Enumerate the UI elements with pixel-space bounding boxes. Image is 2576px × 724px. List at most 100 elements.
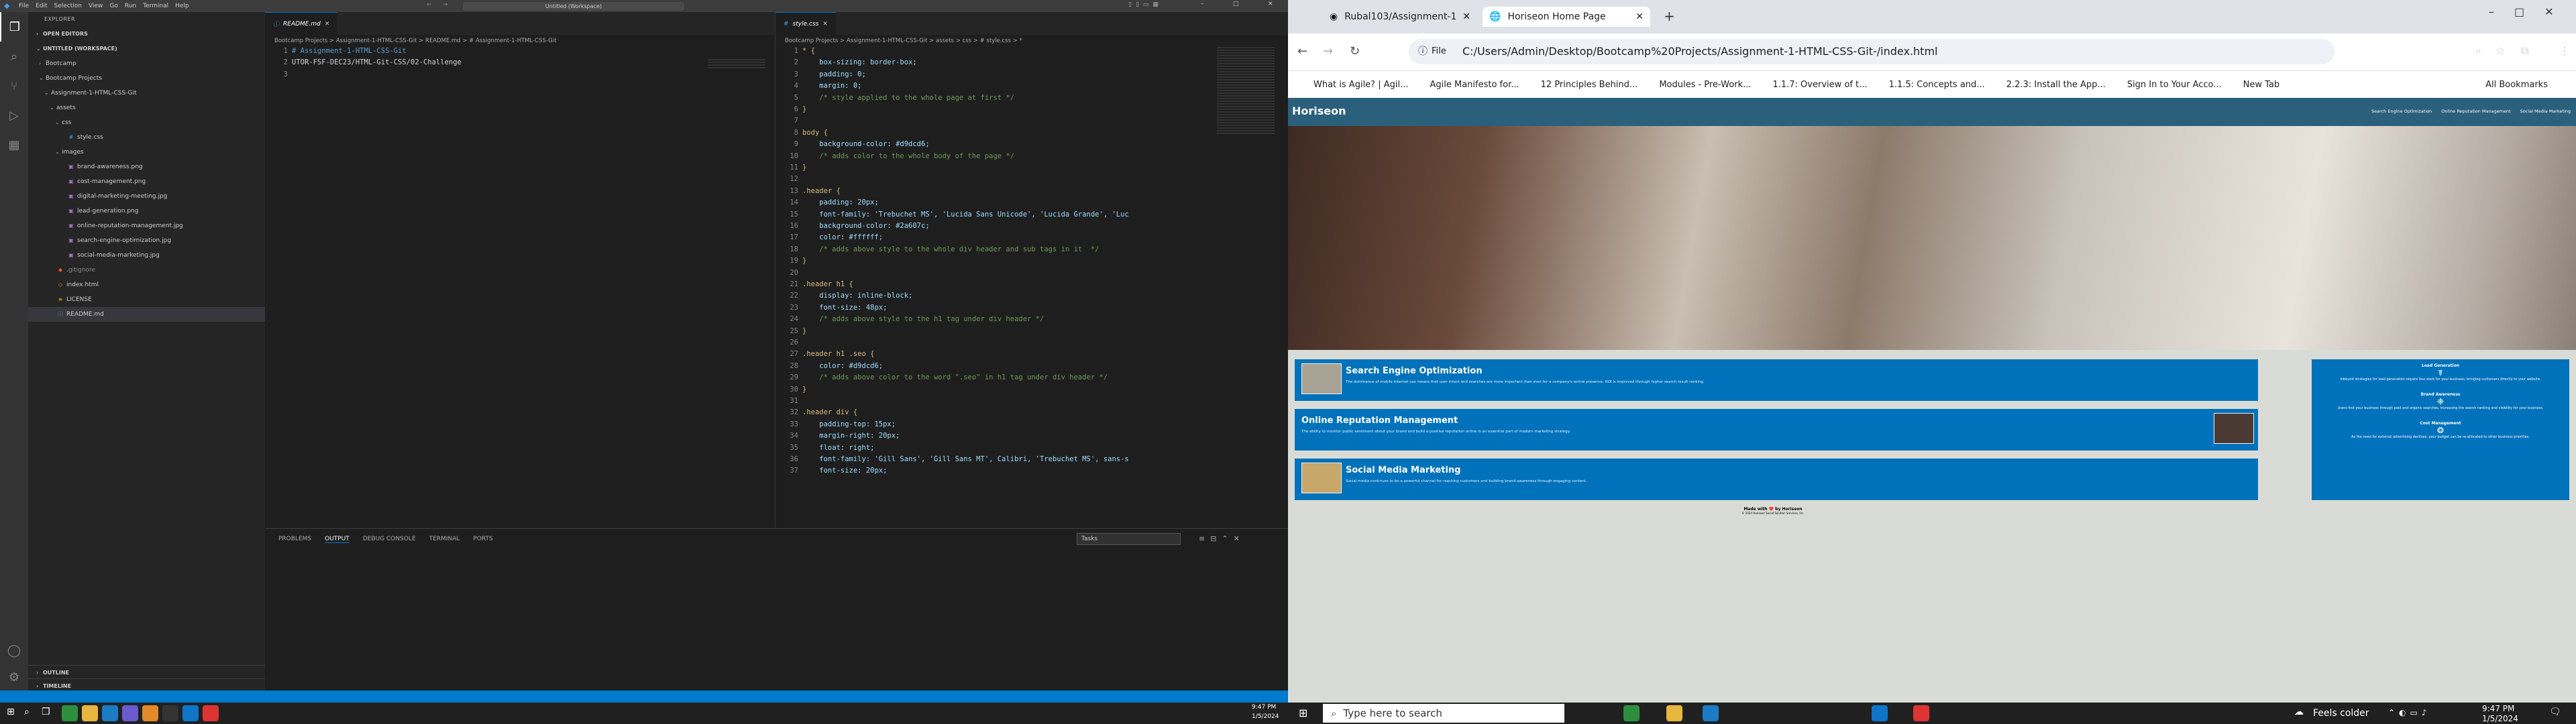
tray-icons[interactable]: ⌃◐▭♪ [2388, 708, 2431, 717]
menu-help[interactable]: Help [174, 3, 191, 9]
tree-item[interactable]: ▣ brand-awareness.png [28, 160, 265, 174]
close-icon[interactable]: ✕ [1635, 11, 1644, 22]
chrome-taskbar-icon[interactable] [62, 705, 78, 721]
window-controls[interactable]: –□✕ [2489, 5, 2574, 18]
bookmark-item[interactable]: Sign In to Your Acco... [2127, 80, 2222, 90]
settings-gear-icon[interactable]: ⚙ [0, 662, 28, 692]
bookmark-item[interactable]: What is Agile? | Agil... [1313, 80, 1408, 90]
nav-orm-link[interactable]: Online Reputation Management [2441, 109, 2510, 114]
menu-file[interactable]: File [17, 3, 30, 9]
search-icon[interactable]: ⌕ [24, 707, 30, 717]
minimap[interactable] [708, 59, 765, 68]
tab-debug-console[interactable]: DEBUG CONSOLE [363, 536, 416, 542]
tree-item[interactable]: ⓘ README.md [28, 307, 265, 322]
breadcrumb[interactable]: Bootcamp Projects > Assignment-1-HTML-CS… [775, 35, 1288, 47]
explorer-taskbar-icon[interactable] [82, 705, 98, 721]
bookmark-item[interactable]: 2.2.3: Install the App... [2006, 80, 2106, 90]
tree-item[interactable]: ▣ social-media-marketing.jpg [28, 248, 265, 263]
bookmark-item[interactable]: Modules - Pre-Work... [1659, 80, 1751, 90]
all-bookmarks-button[interactable]: All Bookmarks [2485, 80, 2548, 90]
account-icon[interactable]: ◯ [0, 636, 28, 665]
close-button[interactable]: ✕ [1268, 1, 1273, 7]
start-icon[interactable]: ⊞ [7, 707, 15, 717]
nav-forward-icon[interactable]: → [443, 1, 448, 8]
workspace-section[interactable]: ⌄ UNTITLED (WORKSPACE) [28, 42, 265, 56]
forward-icon[interactable]: → [1323, 44, 1333, 58]
nav-back-icon[interactable]: ← [427, 1, 432, 8]
menu-selection[interactable]: Selection [53, 3, 83, 9]
back-icon[interactable]: ← [1297, 44, 1307, 58]
app-taskbar-icon[interactable] [142, 705, 158, 721]
tree-item[interactable]: ▣ digital-marketing-meeting.jpg [28, 189, 265, 204]
bookmark-item[interactable]: Agile Manifesto for... [1430, 80, 1519, 90]
menu-go[interactable]: Go [108, 3, 119, 9]
command-center[interactable]: Untitled (Workspace) [463, 2, 684, 11]
chrome-taskbar-icon[interactable] [203, 705, 219, 721]
weather-icon[interactable]: ☁ [2294, 707, 2304, 717]
menu-view[interactable]: View [87, 3, 104, 9]
close-icon[interactable]: ✕ [325, 21, 330, 27]
tree-item[interactable]: ⌄ Bootcamp Projects [28, 71, 265, 86]
bookmark-item[interactable]: 12 Principles Behind... [1541, 80, 1638, 90]
tree-item[interactable]: ⌄ css [28, 115, 265, 130]
tab-github[interactable]: ◉Rubal103/Assignment-1-HTML✕ [1323, 7, 1477, 27]
source-control-icon[interactable]: ⑂ [0, 71, 28, 101]
mail-taskbar-icon[interactable] [1703, 705, 1719, 721]
vscode-taskbar-icon[interactable] [1872, 705, 1888, 721]
open-editors-section[interactable]: › OPEN EDITORS [28, 27, 265, 42]
tree-item[interactable]: # style.css [28, 130, 265, 145]
notification-icon[interactable]: 🗨 [2549, 707, 2561, 717]
bookmark-star-icon[interactable]: ☆ [2496, 44, 2505, 57]
tree-item[interactable]: ▣ lead-generation.png [28, 204, 265, 219]
task-view-icon[interactable]: ❐ [42, 707, 50, 717]
close-icon[interactable]: ✕ [822, 21, 828, 27]
tab-problems[interactable]: PROBLEMS [278, 536, 311, 542]
explorer-icon[interactable]: ❐ [0, 12, 28, 42]
tree-item[interactable]: ▣ search-engine-optimization.jpg [28, 233, 265, 248]
mail-taskbar-icon[interactable] [102, 705, 118, 721]
tree-item[interactable]: ◇ index.html [28, 278, 265, 292]
taskbar-search-box[interactable]: ⌕ Type here to search [1323, 704, 1564, 723]
menu-edit[interactable]: Edit [34, 3, 48, 9]
reload-icon[interactable]: ↻ [1350, 44, 1360, 58]
maximize-button[interactable]: □ [1233, 1, 1239, 7]
app-taskbar-icon[interactable] [122, 705, 138, 721]
tree-item[interactable]: ▣ cost-management.png [28, 174, 265, 189]
bookmark-item[interactable]: New Tab [2243, 80, 2280, 90]
tree-item[interactable]: ⌄ images [28, 145, 265, 160]
menu-dots-icon[interactable]: ⋮ [2559, 44, 2570, 57]
bookmark-item[interactable]: 1.1.7: Overview of t... [1772, 80, 1867, 90]
tab-style-css[interactable]: # style.css ✕ [775, 12, 836, 35]
new-tab-button[interactable]: + [1664, 8, 1675, 24]
run-debug-icon[interactable]: ▷ [0, 101, 28, 130]
tree-item[interactable]: ⌄ assets [28, 101, 265, 115]
menu-terminal[interactable]: Terminal [142, 3, 170, 9]
terminal-taskbar-icon[interactable] [162, 705, 178, 721]
tab-horiseon[interactable]: 🌐 Horiseon Home Page ✕ [1483, 7, 1650, 27]
breadcrumb[interactable]: Bootcamp Projects > Assignment-1-HTML-CS… [265, 35, 775, 47]
chrome-taskbar-icon[interactable] [1913, 705, 1929, 721]
weather-text[interactable]: Feels colder [2313, 708, 2369, 719]
address-bar[interactable]: ⓘ File C:/Users/Admin/Desktop/Bootcamp%2… [1409, 39, 2334, 64]
tree-item[interactable]: ▣ online-reputation-management.jpg [28, 219, 265, 233]
menu-run[interactable]: Run [123, 3, 138, 9]
tab-readme[interactable]: ⓘ README.md ✕ [265, 12, 338, 35]
panel-actions-icons[interactable]: ≡⊟⌃✕ [1199, 534, 1245, 543]
tab-terminal[interactable]: TERMINAL [429, 536, 460, 542]
tree-item[interactable]: ≡ LICENSE [28, 292, 265, 307]
minimize-button[interactable]: – [1201, 1, 1204, 7]
chrome-taskbar-icon[interactable] [1623, 705, 1640, 721]
nav-smm-link[interactable]: Social Media Marketing [2520, 109, 2571, 114]
extensions-icon[interactable]: ⧉ [2521, 44, 2528, 58]
tree-item[interactable]: ◆ .gitignore [28, 263, 265, 278]
vscode-taskbar-icon[interactable] [182, 705, 199, 721]
explorer-taskbar-icon[interactable] [1666, 705, 1682, 721]
bookmark-item[interactable]: 1.1.5: Concepts and... [1889, 80, 1985, 90]
outline-section[interactable]: › OUTLINE [28, 665, 265, 680]
search-icon[interactable]: ⌕ [0, 42, 28, 71]
tree-item[interactable]: › Bootcamp [28, 56, 265, 71]
start-icon[interactable]: ⊞ [1299, 707, 1307, 719]
minimap[interactable] [1217, 47, 1275, 134]
site-info-icon[interactable]: ⓘ [1418, 39, 1428, 64]
zoom-search-icon[interactable]: ⌕ [2475, 44, 2481, 58]
